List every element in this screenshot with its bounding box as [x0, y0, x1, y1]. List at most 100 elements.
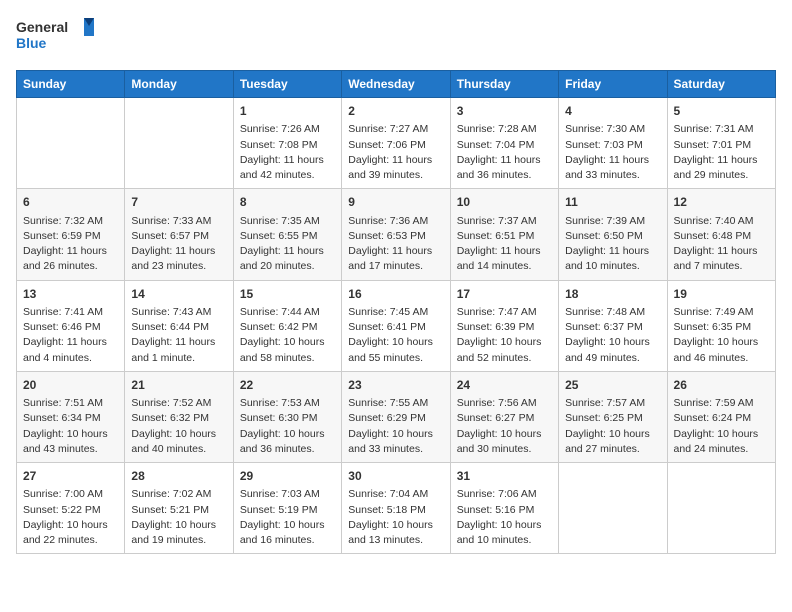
- day-number: 23: [348, 377, 443, 394]
- sunset-text: Sunset: 6:51 PM: [457, 229, 552, 244]
- day-number: 12: [674, 194, 769, 211]
- calendar-header: SundayMondayTuesdayWednesdayThursdayFrid…: [17, 71, 776, 98]
- daylight-text: Daylight: 10 hours and 43 minutes.: [23, 427, 118, 457]
- calendar-cell: 10Sunrise: 7:37 AMSunset: 6:51 PMDayligh…: [450, 189, 558, 280]
- daylight-text: Daylight: 10 hours and 58 minutes.: [240, 335, 335, 365]
- sunrise-text: Sunrise: 7:31 AM: [674, 122, 769, 137]
- sunrise-text: Sunrise: 7:03 AM: [240, 487, 335, 502]
- day-number: 15: [240, 286, 335, 303]
- sunrise-text: Sunrise: 7:32 AM: [23, 214, 118, 229]
- sunset-text: Sunset: 5:16 PM: [457, 503, 552, 518]
- day-number: 29: [240, 468, 335, 485]
- column-header-tuesday: Tuesday: [233, 71, 341, 98]
- sunset-text: Sunset: 6:27 PM: [457, 411, 552, 426]
- day-number: 19: [674, 286, 769, 303]
- daylight-text: Daylight: 10 hours and 40 minutes.: [131, 427, 226, 457]
- day-number: 30: [348, 468, 443, 485]
- sunrise-text: Sunrise: 7:35 AM: [240, 214, 335, 229]
- day-number: 27: [23, 468, 118, 485]
- sunrise-text: Sunrise: 7:04 AM: [348, 487, 443, 502]
- day-number: 4: [565, 103, 660, 120]
- calendar-cell: 24Sunrise: 7:56 AMSunset: 6:27 PMDayligh…: [450, 371, 558, 462]
- sunrise-text: Sunrise: 7:47 AM: [457, 305, 552, 320]
- calendar-cell: 19Sunrise: 7:49 AMSunset: 6:35 PMDayligh…: [667, 280, 775, 371]
- calendar-cell: 12Sunrise: 7:40 AMSunset: 6:48 PMDayligh…: [667, 189, 775, 280]
- calendar-cell: 28Sunrise: 7:02 AMSunset: 5:21 PMDayligh…: [125, 463, 233, 554]
- week-row-3: 13Sunrise: 7:41 AMSunset: 6:46 PMDayligh…: [17, 280, 776, 371]
- day-number: 18: [565, 286, 660, 303]
- daylight-text: Daylight: 10 hours and 19 minutes.: [131, 518, 226, 548]
- svg-text:Blue: Blue: [16, 35, 47, 51]
- sunset-text: Sunset: 6:35 PM: [674, 320, 769, 335]
- sunset-text: Sunset: 6:57 PM: [131, 229, 226, 244]
- sunset-text: Sunset: 6:29 PM: [348, 411, 443, 426]
- sunset-text: Sunset: 6:42 PM: [240, 320, 335, 335]
- daylight-text: Daylight: 11 hours and 36 minutes.: [457, 153, 552, 183]
- sunset-text: Sunset: 6:25 PM: [565, 411, 660, 426]
- daylight-text: Daylight: 11 hours and 4 minutes.: [23, 335, 118, 365]
- day-number: 21: [131, 377, 226, 394]
- calendar-cell: 1Sunrise: 7:26 AMSunset: 7:08 PMDaylight…: [233, 98, 341, 189]
- day-number: 24: [457, 377, 552, 394]
- column-header-saturday: Saturday: [667, 71, 775, 98]
- sunrise-text: Sunrise: 7:45 AM: [348, 305, 443, 320]
- day-number: 16: [348, 286, 443, 303]
- calendar-cell: 25Sunrise: 7:57 AMSunset: 6:25 PMDayligh…: [559, 371, 667, 462]
- day-number: 2: [348, 103, 443, 120]
- daylight-text: Daylight: 10 hours and 13 minutes.: [348, 518, 443, 548]
- sunset-text: Sunset: 6:24 PM: [674, 411, 769, 426]
- sunrise-text: Sunrise: 7:00 AM: [23, 487, 118, 502]
- sunset-text: Sunset: 5:18 PM: [348, 503, 443, 518]
- sunset-text: Sunset: 6:46 PM: [23, 320, 118, 335]
- daylight-text: Daylight: 11 hours and 23 minutes.: [131, 244, 226, 274]
- sunset-text: Sunset: 7:04 PM: [457, 138, 552, 153]
- day-number: 10: [457, 194, 552, 211]
- sunrise-text: Sunrise: 7:55 AM: [348, 396, 443, 411]
- sunrise-text: Sunrise: 7:28 AM: [457, 122, 552, 137]
- sunset-text: Sunset: 6:53 PM: [348, 229, 443, 244]
- column-header-friday: Friday: [559, 71, 667, 98]
- sunset-text: Sunset: 6:55 PM: [240, 229, 335, 244]
- sunset-text: Sunset: 6:41 PM: [348, 320, 443, 335]
- calendar-cell: 20Sunrise: 7:51 AMSunset: 6:34 PMDayligh…: [17, 371, 125, 462]
- calendar-cell: 31Sunrise: 7:06 AMSunset: 5:16 PMDayligh…: [450, 463, 558, 554]
- daylight-text: Daylight: 10 hours and 27 minutes.: [565, 427, 660, 457]
- sunrise-text: Sunrise: 7:26 AM: [240, 122, 335, 137]
- calendar-cell: 30 Sunrise: 7:04 AMSunset: 5:18 PMDayligh…: [342, 463, 450, 554]
- page-header: General Blue: [16, 16, 776, 58]
- daylight-text: Daylight: 11 hours and 42 minutes.: [240, 153, 335, 183]
- daylight-text: Daylight: 10 hours and 52 minutes.: [457, 335, 552, 365]
- sunrise-text: Sunrise: 7:06 AM: [457, 487, 552, 502]
- calendar-cell: [559, 463, 667, 554]
- week-row-5: 27Sunrise: 7:00 AMSunset: 5:22 PMDayligh…: [17, 463, 776, 554]
- daylight-text: Daylight: 10 hours and 22 minutes.: [23, 518, 118, 548]
- calendar-cell: 27Sunrise: 7:00 AMSunset: 5:22 PMDayligh…: [17, 463, 125, 554]
- day-number: 25: [565, 377, 660, 394]
- daylight-text: Daylight: 11 hours and 10 minutes.: [565, 244, 660, 274]
- week-row-4: 20Sunrise: 7:51 AMSunset: 6:34 PMDayligh…: [17, 371, 776, 462]
- sunrise-text: Sunrise: 7:33 AM: [131, 214, 226, 229]
- daylight-text: Daylight: 10 hours and 30 minutes.: [457, 427, 552, 457]
- day-number: 22: [240, 377, 335, 394]
- calendar-cell: 13 Sunrise: 7:41 AMSunset: 6:46 PMDayligh…: [17, 280, 125, 371]
- calendar-cell: 2Sunrise: 7:27 AMSunset: 7:06 PMDaylight…: [342, 98, 450, 189]
- day-number: 17: [457, 286, 552, 303]
- day-number: 13: [23, 286, 118, 303]
- sunrise-text: Sunrise: 7:36 AM: [348, 214, 443, 229]
- sunset-text: Sunset: 5:19 PM: [240, 503, 335, 518]
- day-number: 8: [240, 194, 335, 211]
- calendar-cell: 9Sunrise: 7:36 AMSunset: 6:53 PMDaylight…: [342, 189, 450, 280]
- calendar-cell: 23Sunrise: 7:55 AMSunset: 6:29 PMDayligh…: [342, 371, 450, 462]
- daylight-text: Daylight: 10 hours and 10 minutes.: [457, 518, 552, 548]
- logo: General Blue: [16, 16, 96, 58]
- sunset-text: Sunset: 6:37 PM: [565, 320, 660, 335]
- logo-svg: General Blue: [16, 16, 96, 58]
- daylight-text: Daylight: 10 hours and 16 minutes.: [240, 518, 335, 548]
- daylight-text: Daylight: 10 hours and 24 minutes.: [674, 427, 769, 457]
- day-number: 9: [348, 194, 443, 211]
- calendar-cell: 21Sunrise: 7:52 AMSunset: 6:32 PMDayligh…: [125, 371, 233, 462]
- sunset-text: Sunset: 6:30 PM: [240, 411, 335, 426]
- sunrise-text: Sunrise: 7:41 AM: [23, 305, 118, 320]
- week-row-2: 6Sunrise: 7:32 AMSunset: 6:59 PMDaylight…: [17, 189, 776, 280]
- calendar-cell: 22Sunrise: 7:53 AMSunset: 6:30 PMDayligh…: [233, 371, 341, 462]
